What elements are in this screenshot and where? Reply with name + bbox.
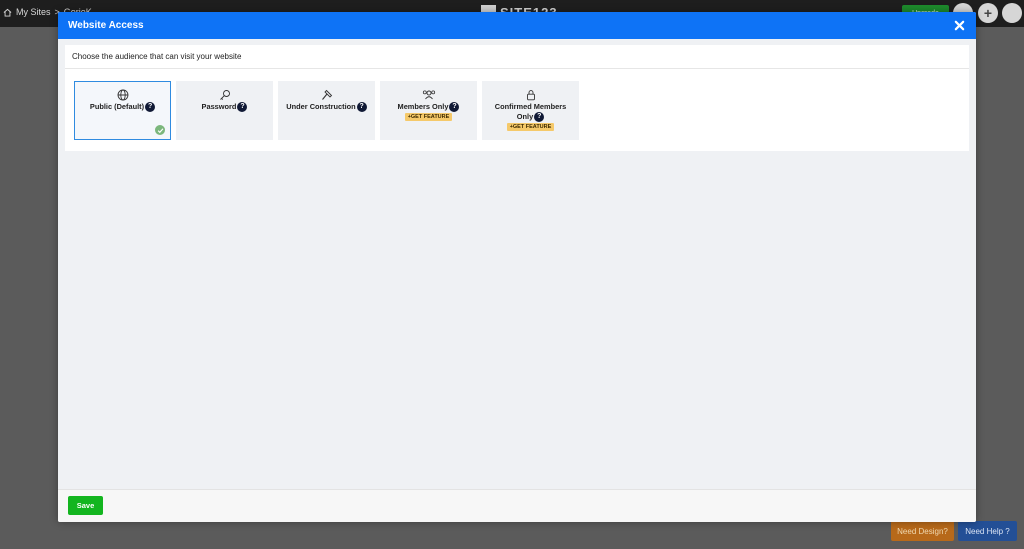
need-help-button[interactable]: Need Help ? bbox=[958, 521, 1017, 541]
help-icon[interactable]: ? bbox=[237, 102, 248, 113]
option-members-only-label: Members Only bbox=[397, 102, 449, 111]
option-password[interactable]: Password? bbox=[176, 81, 273, 140]
users-icon bbox=[422, 90, 435, 99]
option-under-construction[interactable]: Under Construction? bbox=[278, 81, 375, 140]
modal-header: Website Access bbox=[58, 12, 976, 39]
option-confirmed-members-only-label: Confirmed Members Only bbox=[494, 102, 567, 121]
modal-title: Website Access bbox=[68, 20, 144, 31]
option-password-label: Password bbox=[201, 102, 237, 111]
need-design-button[interactable]: Need Design? bbox=[891, 521, 954, 541]
selected-check-icon bbox=[155, 125, 165, 135]
help-icon[interactable]: ? bbox=[356, 102, 367, 113]
close-button[interactable] bbox=[951, 17, 967, 33]
save-button[interactable]: Save bbox=[68, 496, 103, 515]
hammer-icon bbox=[321, 89, 332, 100]
lock-icon bbox=[526, 89, 535, 100]
breadcrumb-my-sites[interactable]: My Sites bbox=[16, 7, 51, 17]
home-icon bbox=[3, 8, 12, 17]
globe-icon bbox=[117, 89, 128, 100]
avatar[interactable] bbox=[1002, 3, 1022, 23]
get-feature-badge[interactable]: +GET FEATURE bbox=[404, 113, 453, 122]
help-icon[interactable]: ? bbox=[145, 102, 156, 113]
key-icon bbox=[219, 89, 230, 100]
option-under-construction-label: Under Construction bbox=[286, 102, 356, 111]
help-icon[interactable]: ? bbox=[534, 112, 545, 123]
panel-prompt: Choose the audience that can visit your … bbox=[65, 45, 969, 69]
close-icon bbox=[954, 20, 964, 30]
access-options: Public (Default)? Password? Under Constr… bbox=[74, 81, 579, 140]
help-icon[interactable]: ? bbox=[449, 102, 460, 113]
option-public[interactable]: Public (Default)? bbox=[74, 81, 171, 140]
option-public-label: Public (Default) bbox=[89, 102, 145, 111]
option-members-only[interactable]: Members Only? +GET FEATURE bbox=[380, 81, 477, 140]
access-panel: Choose the audience that can visit your … bbox=[65, 45, 969, 151]
option-confirmed-members-only[interactable]: Confirmed Members Only? +GET FEATURE bbox=[482, 81, 579, 140]
get-feature-badge[interactable]: +GET FEATURE bbox=[506, 123, 555, 132]
add-button[interactable]: + bbox=[978, 3, 998, 23]
website-access-modal: Website Access Choose the audience that … bbox=[58, 12, 976, 522]
modal-footer: Save bbox=[58, 489, 976, 522]
